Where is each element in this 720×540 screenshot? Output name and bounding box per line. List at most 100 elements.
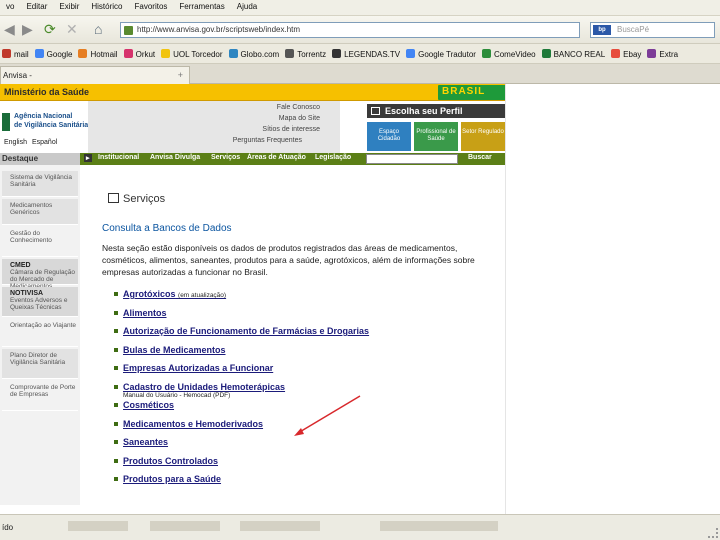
database-link[interactable]: Cadastro de Unidades Hemoterápicas bbox=[123, 382, 285, 392]
tab-anvisa[interactable]: Anvisa - + bbox=[0, 66, 190, 84]
bookmark-item[interactable]: BANCO REAL bbox=[540, 44, 610, 59]
resize-grip-icon[interactable] bbox=[708, 528, 718, 538]
site-search-input[interactable] bbox=[366, 154, 458, 164]
bullet-icon bbox=[114, 329, 118, 333]
sidebar-item-notivisa[interactable]: NOTIVISA Eventos Adversos e Queixas Técni… bbox=[2, 287, 78, 317]
quick-link-sitios[interactable]: Sítios de interesse bbox=[262, 126, 320, 133]
bookmark-item[interactable]: mail bbox=[0, 44, 33, 59]
bookmark-icon bbox=[406, 49, 416, 58]
agency-line-1: Agência Nacional bbox=[14, 113, 73, 120]
menu-favorites[interactable]: Favoritos bbox=[129, 0, 174, 11]
bookmark-icon bbox=[285, 49, 295, 58]
agency-header: Agência Nacional de Vigilância Sanitária… bbox=[0, 101, 505, 153]
nav-arrow-icon: ▸ bbox=[84, 154, 92, 162]
ministry-bar: Ministério da Saúde BRASIL bbox=[0, 84, 505, 101]
back-icon[interactable]: ◀ bbox=[4, 21, 15, 37]
database-link-item: Produtos para a Saúde bbox=[114, 474, 494, 493]
bookmark-item[interactable]: Orkut bbox=[122, 44, 160, 59]
bookmark-item[interactable]: Google Tradutor bbox=[404, 44, 480, 59]
database-link[interactable]: Medicamentos e Hemoderivados bbox=[123, 419, 263, 429]
nav-areas-de-atuacao[interactable]: Áreas de Atuação bbox=[247, 154, 306, 161]
web-page: Ministério da Saúde BRASIL Agência Nacio… bbox=[0, 84, 505, 514]
quick-link-mapa-do-site[interactable]: Mapa do Site bbox=[279, 115, 320, 122]
destaque-label: Destaque bbox=[0, 153, 80, 165]
lang-english[interactable]: English bbox=[4, 139, 27, 146]
database-link[interactable]: Saneantes bbox=[123, 437, 168, 447]
menu-file[interactable]: vo bbox=[0, 0, 20, 11]
menu-edit[interactable]: Editar bbox=[20, 0, 53, 11]
nav-institucional[interactable]: Institucional bbox=[98, 154, 139, 161]
status-segment bbox=[240, 521, 320, 531]
bookmark-icon bbox=[228, 49, 238, 58]
database-link[interactable]: Produtos Controlados bbox=[123, 456, 218, 466]
database-link[interactable]: Empresas Autorizadas a Funcionar bbox=[123, 363, 273, 373]
sidebar-item-gestao[interactable]: Gestão do Conhecimento bbox=[2, 227, 78, 257]
database-link[interactable]: Bulas de Medicamentos bbox=[123, 345, 226, 355]
profile-card-setor[interactable]: Setor Regulado bbox=[461, 122, 505, 151]
bookmark-item[interactable]: ComeVideo bbox=[480, 44, 540, 59]
nav-anvisa-divulga[interactable]: Anvisa Divulga bbox=[150, 154, 200, 161]
bullet-icon bbox=[114, 421, 118, 426]
menu-view[interactable]: Exibir bbox=[53, 0, 85, 11]
sidebar-item-plano-diretor[interactable]: Plano Diretor de Vigilância Sanitária bbox=[2, 349, 78, 379]
tab-bar: Anvisa - + bbox=[0, 64, 720, 84]
bullet-icon bbox=[114, 458, 118, 463]
stop-icon[interactable]: ✕ bbox=[66, 21, 78, 37]
sidebar-item-comprovante[interactable]: Comprovante de Porte de Empresas bbox=[2, 381, 78, 411]
lang-espanol[interactable]: Español bbox=[32, 139, 57, 146]
bookmark-label: Torrentz bbox=[297, 50, 327, 59]
bookmark-item[interactable]: Extra bbox=[645, 44, 682, 59]
database-link-label: Cosméticos bbox=[123, 400, 175, 410]
home-icon[interactable]: ⌂ bbox=[94, 21, 102, 37]
bookmark-item[interactable]: Globo.com bbox=[227, 44, 284, 59]
bookmark-item[interactable]: LEGENDAS.TV bbox=[330, 44, 404, 59]
bookmark-label: mail bbox=[14, 50, 29, 59]
nav-legislacao[interactable]: Legislação bbox=[315, 154, 351, 161]
bookmark-icon bbox=[541, 49, 551, 58]
bookmark-item[interactable]: UOL Torcedor bbox=[159, 44, 226, 59]
database-link-item: Produtos Controlados bbox=[114, 456, 494, 475]
forward-icon[interactable]: ▶ bbox=[22, 21, 33, 37]
bookmark-item[interactable]: Google bbox=[33, 44, 77, 59]
menu-help[interactable]: Ajuda bbox=[231, 0, 263, 11]
sidebar: Sistema de Vigilância Sanitária Medicame… bbox=[0, 165, 80, 505]
bookmark-label: Google bbox=[46, 50, 73, 59]
brasil-logo[interactable]: BRASIL bbox=[438, 85, 505, 100]
profile-arrow-icon bbox=[371, 107, 380, 115]
sidebar-item-genericos[interactable]: Medicamentos Genéricos bbox=[2, 199, 78, 225]
search-engine-icon[interactable]: bp bbox=[593, 25, 611, 35]
database-link[interactable]: Agrotóxicos (em atualização) bbox=[123, 289, 226, 299]
menu-tools[interactable]: Ferramentas bbox=[173, 0, 230, 11]
close-tab-icon[interactable]: + bbox=[178, 70, 183, 80]
bookmark-icon bbox=[34, 49, 44, 58]
database-link[interactable]: Autorização de Funcionamento de Farmácia… bbox=[123, 326, 369, 336]
sidebar-item-label: Sistema de Vigilância Sanitária bbox=[10, 174, 73, 188]
sidebar-item-cmed[interactable]: CMEDCâmara de Regulação do Mercado de Me… bbox=[2, 259, 78, 290]
profile-card-label: Setor Regulado bbox=[462, 129, 504, 135]
database-link[interactable]: Produtos para a Saúde bbox=[123, 474, 221, 484]
sidebar-item-sistema[interactable]: Sistema de Vigilância Sanitária bbox=[2, 171, 78, 197]
menu-history[interactable]: Histórico bbox=[85, 0, 128, 11]
sidebar-item-viajante[interactable]: Orientação ao Viajante bbox=[2, 319, 78, 347]
nav-servicos[interactable]: Serviços bbox=[211, 154, 240, 161]
bookmark-item[interactable]: Ebay bbox=[609, 44, 645, 59]
bookmark-item[interactable]: Torrentz bbox=[283, 44, 330, 59]
address-bar[interactable]: http://www.anvisa.gov.br/scriptsweb/inde… bbox=[120, 22, 580, 38]
site-search-button[interactable]: Buscar bbox=[468, 154, 492, 161]
profile-card-cidadao[interactable]: Espaço Cidadão bbox=[367, 122, 411, 151]
profile-card-profissional[interactable]: Profissional de Saúde bbox=[414, 122, 458, 151]
site-nav-bar: Destaque ▸ Institucional Anvisa Divulga … bbox=[0, 153, 505, 165]
bookmark-label: BANCO REAL bbox=[553, 50, 606, 59]
database-link-sublink[interactable]: Manual do Usuário - Hemocad (PDF) bbox=[123, 392, 230, 399]
agency-line-2: de Vigilância Sanitária bbox=[14, 122, 89, 129]
quick-link-fale-conosco[interactable]: Fale Conosco bbox=[277, 104, 320, 111]
search-bar[interactable]: bp BuscaPé bbox=[590, 22, 715, 38]
database-link[interactable]: Alimentos bbox=[123, 308, 167, 318]
reload-icon[interactable]: ⟳ bbox=[44, 21, 56, 37]
quick-link-perguntas[interactable]: Perguntas Frequentes bbox=[233, 137, 302, 144]
bookmark-item[interactable]: Hotmail bbox=[76, 44, 121, 59]
database-link[interactable]: Cosméticos bbox=[123, 400, 174, 410]
status-segment bbox=[68, 521, 128, 531]
profile-chooser: Escolha seu Perfil Espaço Cidadão Profis… bbox=[357, 104, 505, 153]
database-link-item: Saneantes bbox=[114, 437, 494, 456]
